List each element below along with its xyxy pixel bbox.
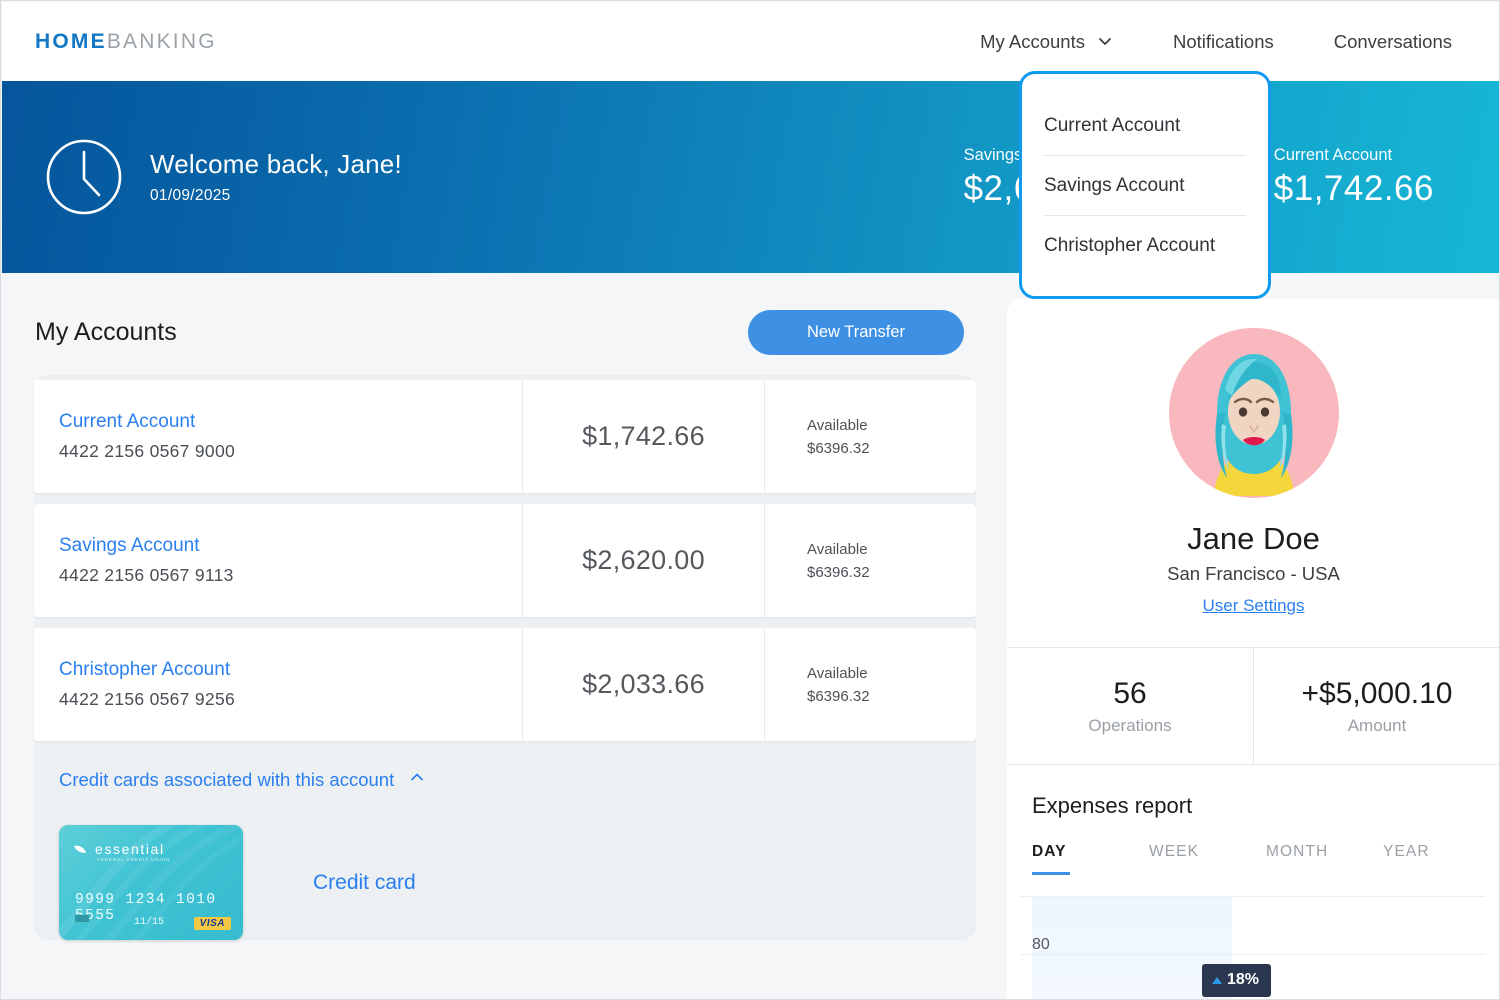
banner-balance-current: Current Account $1,742.66 bbox=[1274, 146, 1434, 209]
chevron-up-icon bbox=[408, 768, 426, 791]
available-value: $6396.32 bbox=[807, 563, 870, 581]
expenses-chart[interactable]: 80 18% bbox=[1007, 896, 1499, 999]
dropdown-item-current-account[interactable]: Current Account bbox=[1044, 96, 1246, 155]
profile-stats: 56 Operations +$5,000.10 Amount bbox=[1007, 647, 1499, 765]
page-title: My Accounts bbox=[35, 318, 177, 346]
expenses-report: Expenses report DAY WEEK MONTH YEAR 80 1… bbox=[1007, 765, 1499, 999]
welcome-block: Welcome back, Jane! 01/09/2025 bbox=[45, 138, 402, 216]
account-balance: $1,742.66 bbox=[523, 380, 765, 493]
logo-primary: HOME bbox=[35, 29, 107, 53]
stat-operations-label: Operations bbox=[1088, 715, 1172, 735]
chart-gridline bbox=[1020, 896, 1485, 897]
card-brand-name: essential bbox=[95, 841, 165, 857]
account-available-cell: Available $6396.32 bbox=[765, 628, 976, 741]
user-settings-link[interactable]: User Settings bbox=[1202, 596, 1304, 616]
account-name-cell: Savings Account 4422 2156 0567 9113 bbox=[34, 504, 523, 617]
nav-item-conversations[interactable]: Conversations bbox=[1304, 31, 1482, 53]
dropdown-item-savings-account[interactable]: Savings Account bbox=[1044, 156, 1246, 215]
table-row[interactable]: Savings Account 4422 2156 0567 9113 $2,6… bbox=[34, 504, 976, 617]
tab-day[interactable]: DAY bbox=[1032, 843, 1149, 886]
stat-operations-value: 56 bbox=[1113, 676, 1147, 710]
app-root: HOMEBANKING My Accounts Notifications Co… bbox=[0, 0, 1500, 1000]
card-brand: essential bbox=[73, 841, 165, 857]
nav-item-notifications[interactable]: Notifications bbox=[1143, 31, 1304, 53]
account-number: 4422 2156 0567 9256 bbox=[59, 689, 236, 709]
credit-card-visual[interactable]: essential FEDERAL CREDIT UNION 9999 1234… bbox=[59, 825, 243, 940]
tab-year[interactable]: YEAR bbox=[1383, 843, 1499, 886]
stat-amount-value: +$5,000.10 bbox=[1301, 676, 1453, 710]
credit-card-label[interactable]: Credit card bbox=[313, 871, 416, 895]
account-name-link[interactable]: Current Account bbox=[59, 411, 522, 433]
nav-label-my-accounts: My Accounts bbox=[980, 30, 1085, 52]
visa-logo-icon: VISA bbox=[193, 917, 231, 930]
account-name-link[interactable]: Savings Account bbox=[59, 535, 522, 557]
expenses-report-tabs: DAY WEEK MONTH YEAR bbox=[1032, 843, 1499, 886]
account-name-link[interactable]: Christopher Account bbox=[59, 659, 522, 681]
stat-amount: +$5,000.10 Amount bbox=[1253, 648, 1499, 764]
table-row[interactable]: Christopher Account 4422 2156 0567 9256 … bbox=[34, 628, 976, 741]
chart-tooltip-value: 18% bbox=[1227, 971, 1260, 988]
tab-month[interactable]: MONTH bbox=[1266, 843, 1383, 886]
banner-balance-current-label: Current Account bbox=[1273, 145, 1393, 164]
nav-label-notifications: Notifications bbox=[1172, 30, 1274, 52]
credit-cards-toggle[interactable]: Credit cards associated with this accoun… bbox=[59, 768, 976, 797]
account-balance: $2,620.00 bbox=[523, 504, 765, 617]
account-name-cell: Current Account 4422 2156 0567 9000 bbox=[34, 380, 523, 493]
welcome-title: Welcome back, Jane! bbox=[150, 149, 402, 179]
account-number: 4422 2156 0567 9000 bbox=[59, 441, 236, 461]
main-content: My Accounts New Transfer Current Account… bbox=[2, 273, 1008, 999]
profile-location: San Francisco - USA bbox=[1167, 563, 1340, 584]
card-chip-icon bbox=[75, 915, 89, 922]
available-label: Available bbox=[807, 540, 868, 558]
top-navigation-bar: HOMEBANKING My Accounts Notifications Co… bbox=[2, 2, 1499, 81]
available-label: Available bbox=[807, 416, 868, 434]
chart-gridline bbox=[1020, 954, 1485, 955]
welcome-date: 01/09/2025 bbox=[150, 187, 231, 204]
nav-links: My Accounts Notifications Conversations bbox=[950, 31, 1482, 53]
profile-sidebar: Jane Doe San Francisco - USA User Settin… bbox=[1007, 299, 1499, 999]
banner-balance-current-amount: $1,742.66 bbox=[1273, 168, 1434, 208]
new-transfer-button[interactable]: New Transfer bbox=[748, 310, 964, 355]
stat-amount-label: Amount bbox=[1347, 715, 1407, 735]
account-name-cell: Christopher Account 4422 2156 0567 9256 bbox=[34, 628, 523, 741]
chart-tooltip: 18% bbox=[1202, 964, 1272, 997]
available-value: $6396.32 bbox=[807, 687, 870, 705]
chevron-down-icon bbox=[1097, 33, 1113, 49]
expenses-report-title: Expenses report bbox=[1032, 793, 1193, 818]
table-row[interactable]: Current Account 4422 2156 0567 9000 $1,7… bbox=[34, 380, 976, 493]
credit-cards-toggle-label: Credit cards associated with this accoun… bbox=[59, 768, 395, 790]
account-available-cell: Available $6396.32 bbox=[765, 504, 976, 617]
app-logo[interactable]: HOMEBANKING bbox=[35, 30, 217, 54]
profile-name: Jane Doe bbox=[1187, 521, 1320, 556]
leaf-icon bbox=[74, 845, 86, 853]
dropdown-item-christopher-account[interactable]: Christopher Account bbox=[1044, 216, 1246, 275]
logo-secondary: BANKING bbox=[106, 29, 217, 53]
tab-week[interactable]: WEEK bbox=[1149, 843, 1266, 886]
stat-operations: 56 Operations bbox=[1007, 648, 1253, 764]
credit-cards-list: essential FEDERAL CREDIT UNION 9999 1234… bbox=[59, 825, 976, 940]
my-accounts-dropdown-menu[interactable]: Current Account Savings Account Christop… bbox=[1019, 71, 1271, 299]
accounts-list: Current Account 4422 2156 0567 9000 $1,7… bbox=[34, 375, 976, 940]
card-brand-sub: FEDERAL CREDIT UNION bbox=[97, 857, 171, 862]
nav-label-conversations: Conversations bbox=[1333, 30, 1452, 52]
available-label: Available bbox=[807, 664, 868, 682]
nav-item-my-accounts[interactable]: My Accounts bbox=[950, 31, 1143, 53]
card-expiry: 11/15 bbox=[134, 917, 165, 928]
account-number: 4422 2156 0567 9113 bbox=[59, 565, 234, 585]
profile-block: Jane Doe San Francisco - USA User Settin… bbox=[1007, 299, 1499, 616]
account-available-cell: Available $6396.32 bbox=[765, 380, 976, 493]
welcome-text: Welcome back, Jane! 01/09/2025 bbox=[150, 149, 402, 205]
chart-ytick-80: 80 bbox=[1032, 936, 1050, 953]
clock-icon bbox=[45, 138, 123, 216]
account-balance: $2,033.66 bbox=[523, 628, 765, 741]
main-header: My Accounts New Transfer bbox=[35, 310, 964, 355]
available-value: $6396.32 bbox=[807, 439, 870, 457]
triangle-up-icon bbox=[1212, 976, 1222, 984]
welcome-banner: Welcome back, Jane! 01/09/2025 Savings A… bbox=[2, 81, 1499, 273]
avatar bbox=[1168, 328, 1339, 498]
